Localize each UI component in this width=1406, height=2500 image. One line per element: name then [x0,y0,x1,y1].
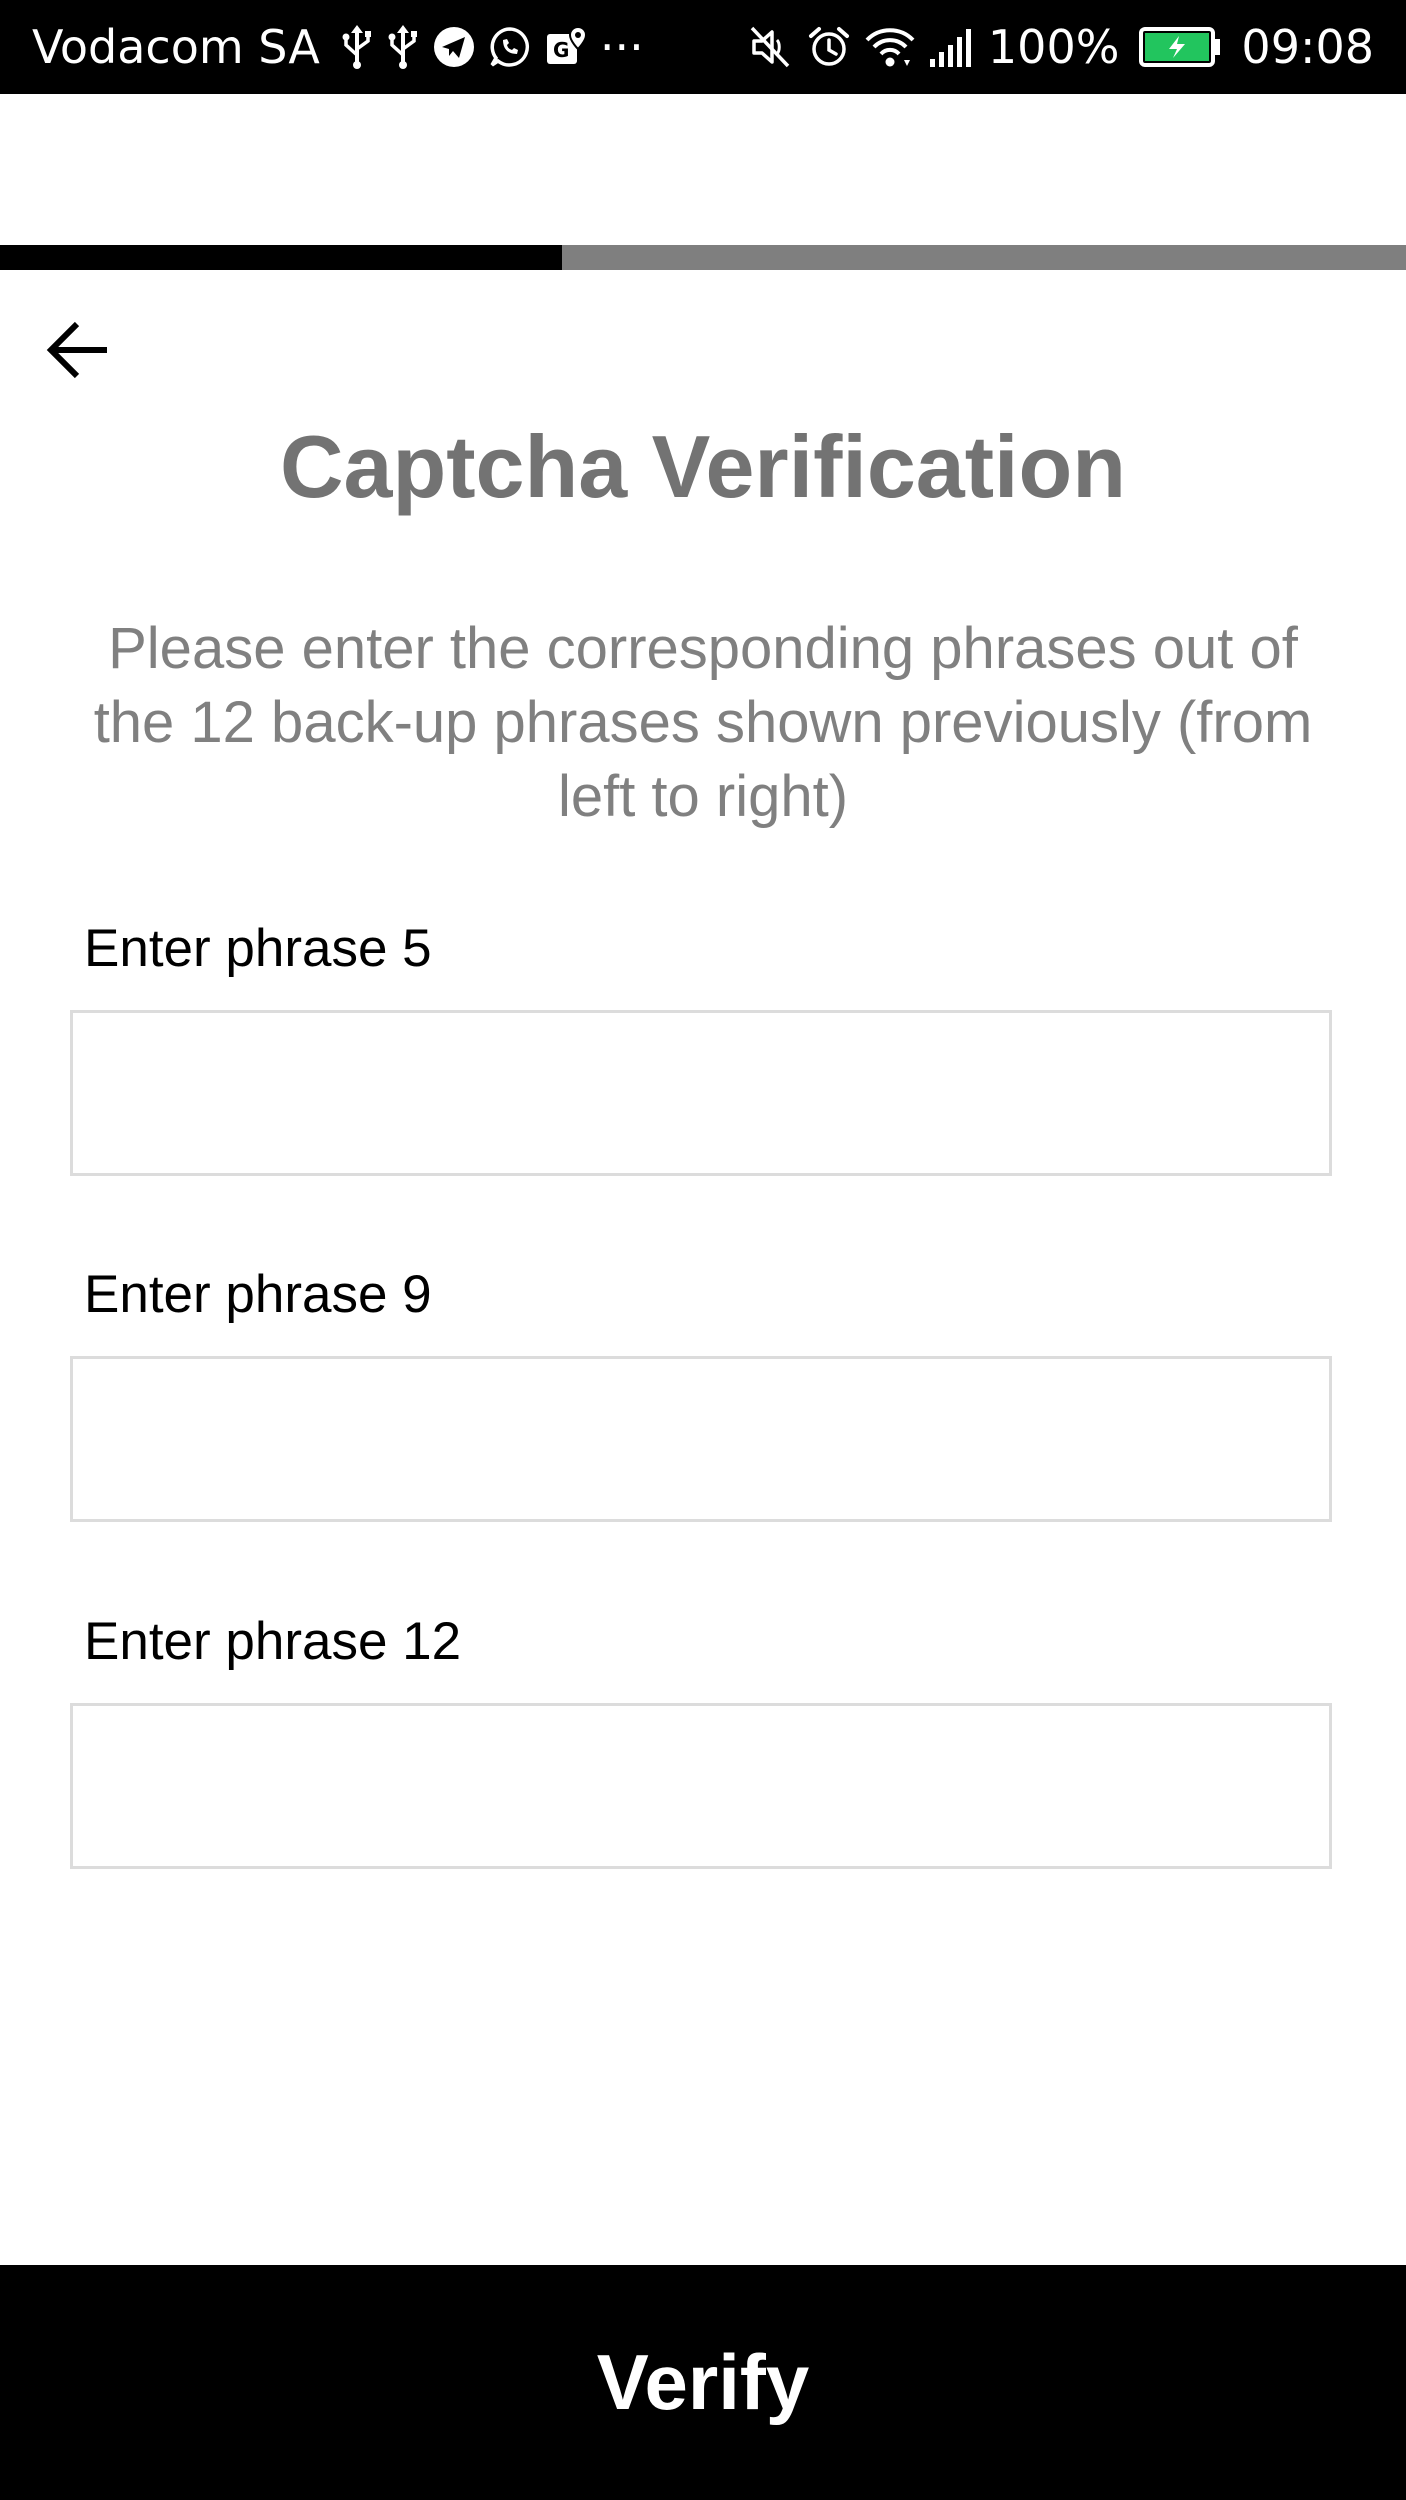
status-clock: 09:08 [1241,20,1374,74]
carrier-name: Vodacom SA [32,20,320,74]
wifi-icon [864,24,916,70]
status-bar-right: 100% 09:08 [742,0,1374,94]
phrase-5-label: Enter phrase 5 [84,919,432,978]
verify-button[interactable]: Verify [0,2265,1406,2500]
arrow-left-icon [43,314,115,391]
battery-icon [1139,27,1221,67]
progress-bar-fill [0,245,563,270]
phrase-12-input[interactable] [70,1703,1332,1869]
status-bar: Vodacom SA G ··· 100% 09:08 [0,0,1406,94]
telegram-icon [432,25,476,69]
phrase-12-label: Enter phrase 12 [84,1612,462,1671]
maps-icon: G [544,25,588,69]
signal-icon [928,25,976,69]
whatsapp-icon [488,25,532,69]
instructions-text: Please enter the corresponding phrases o… [93,616,1313,829]
phrase-9-label: Enter phrase 9 [84,1265,432,1324]
svg-text:G: G [553,38,569,62]
phrase-5-input[interactable] [70,1010,1332,1176]
status-bar-left: Vodacom SA G ··· [32,0,650,94]
back-button[interactable] [34,312,124,392]
mute-icon [748,24,794,70]
progress-bar [0,245,1406,270]
phrase-9-input[interactable] [70,1356,1332,1522]
page-title: Captcha Verification [279,417,1126,516]
usb-icon [386,25,420,69]
usb-icon [340,25,374,69]
battery-percent: 100% [987,20,1120,74]
alarm-icon [806,24,852,70]
more-notifications-icon: ··· [599,20,644,74]
